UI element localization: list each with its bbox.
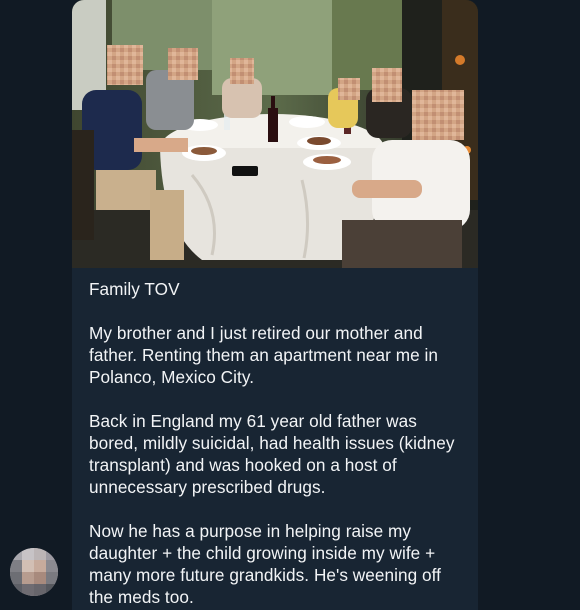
family-dinner-photo[interactable] xyxy=(72,0,478,268)
message-text: Family TOV My brother and I just retired… xyxy=(89,278,469,610)
message-paragraph: My brother and I just retired our mother… xyxy=(89,323,439,387)
pixelated-avatar-icon[interactable] xyxy=(10,548,58,596)
message-paragraph: Now he has a purpose in helping raise my… xyxy=(89,521,441,607)
message-paragraph: Back in England my 61 year old father wa… xyxy=(89,411,455,497)
message-bubble[interactable]: Family TOV My brother and I just retired… xyxy=(72,0,478,610)
message-title: Family TOV xyxy=(89,279,180,299)
